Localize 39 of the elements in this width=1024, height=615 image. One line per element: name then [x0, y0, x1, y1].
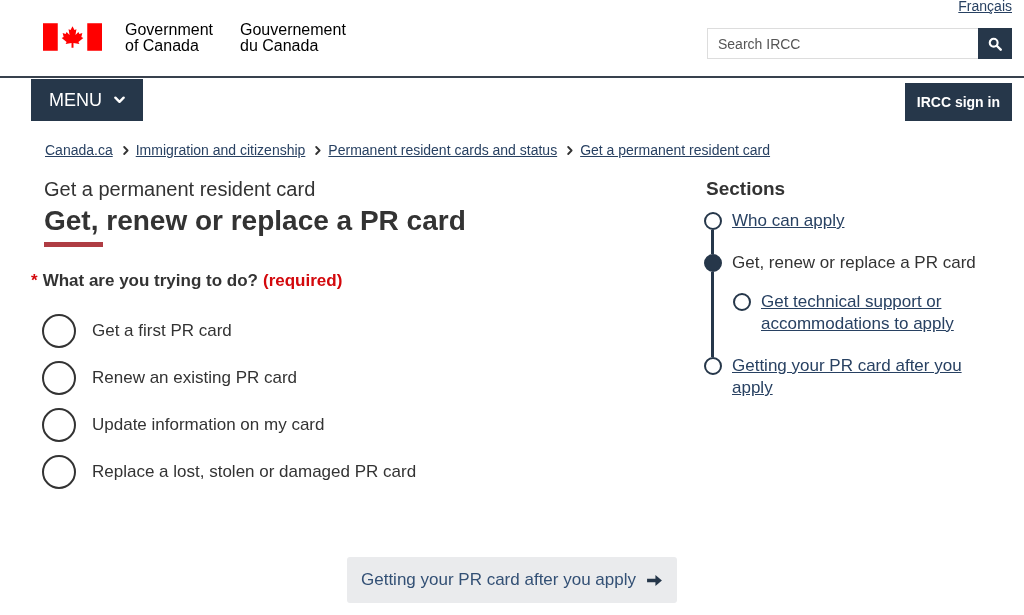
signature-text: Government of Canada: [125, 22, 215, 54]
signature-text: Gouvernement du Canada: [240, 22, 347, 54]
title-accent-bar: [44, 242, 103, 247]
section-link[interactable]: Who can apply: [732, 210, 845, 232]
sign-in-button[interactable]: IRCC sign in: [904, 83, 1012, 121]
chevron-down-icon: [114, 96, 125, 104]
next-page-button[interactable]: Getting your PR card after you apply: [347, 557, 677, 603]
required-note: (required): [262, 271, 343, 291]
search-field[interactable]: Search IRCC: [707, 28, 978, 59]
question-label: What are you trying to do?: [42, 271, 258, 291]
radio-button[interactable]: [42, 455, 76, 489]
chevron-right-icon: [122, 145, 129, 155]
radio-button[interactable]: [42, 361, 76, 395]
option-label[interactable]: Update information on my card: [92, 415, 325, 435]
page-title: Get, renew or replace a PR card: [44, 204, 467, 237]
language-link[interactable]: Français: [958, 0, 1012, 14]
radio-button[interactable]: [42, 314, 76, 348]
option-label[interactable]: Replace a lost, stolen or damaged PR card: [92, 462, 417, 482]
chevron-right-icon: [567, 145, 574, 155]
page-kicker: Get a permanent resident card: [44, 178, 317, 200]
menu-button[interactable]: MENU: [31, 79, 143, 121]
breadcrumb-link[interactable]: Get a permanent resident card: [580, 141, 771, 159]
sections-heading: Sections: [706, 178, 787, 200]
required-marker: *: [31, 271, 38, 291]
section-link[interactable]: Get technical support or accommodations to apply: [761, 291, 994, 335]
arrow-right-icon: [646, 573, 663, 587]
canada-flag-icon: [43, 23, 102, 51]
radio-button[interactable]: [42, 408, 76, 442]
breadcrumb-link[interactable]: Immigration and citizenship: [135, 141, 306, 159]
chevron-right-icon: [315, 145, 322, 155]
breadcrumb-link[interactable]: Canada.ca: [45, 141, 113, 159]
breadcrumb-link[interactable]: Permanent resident cards and status: [328, 141, 558, 159]
option-label[interactable]: Get a first PR card: [92, 321, 232, 341]
search-button[interactable]: [978, 28, 1012, 59]
search-icon: [988, 36, 1002, 51]
option-label[interactable]: Renew an existing PR card: [92, 368, 298, 388]
timeline-line: [711, 230, 714, 254]
current-section-text: Get, renew or replace a PR card: [732, 252, 976, 274]
section-link[interactable]: Getting your PR card after you apply: [732, 355, 994, 399]
